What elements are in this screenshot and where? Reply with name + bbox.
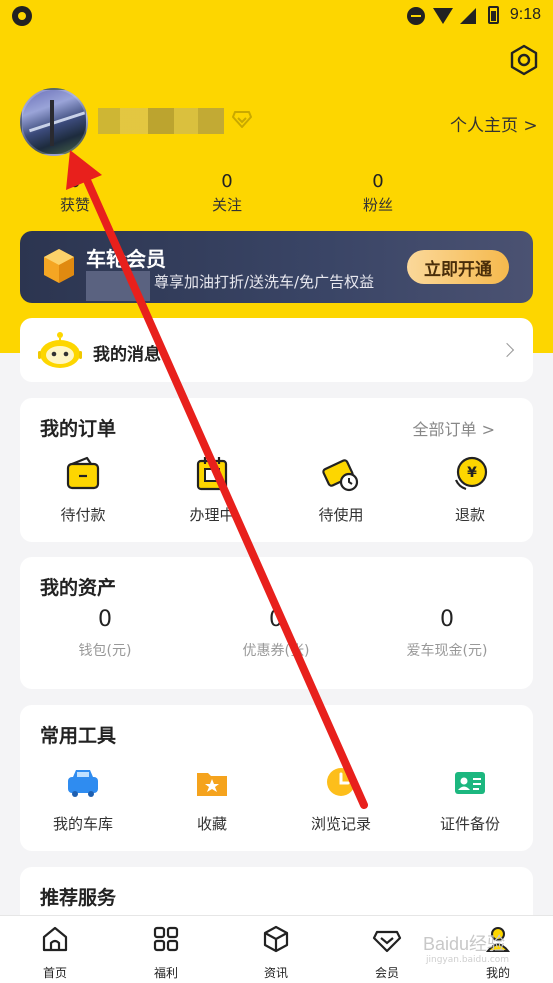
stat-following-value: 0: [221, 171, 233, 192]
vip-membership-card[interactable]: 车轮会员 尊享加油打折/送洗车/免广告权益 立即开通: [20, 231, 533, 303]
car-icon: [68, 770, 98, 797]
asset-car-cash[interactable]: 0 爱车现金(元): [377, 607, 517, 660]
stat-followers-label: 粉丝: [362, 196, 393, 214]
ticket-icon: [322, 459, 359, 492]
order-refund[interactable]: ¥ 退款: [415, 454, 525, 525]
tool-my-garage[interactable]: 我的车库: [28, 763, 138, 834]
id-card-icon: [455, 772, 485, 794]
tab-news-label: 资讯: [263, 966, 288, 980]
stat-likes[interactable]: 0 获赞: [45, 172, 105, 215]
baidu-watermark: Baidu经验: [423, 934, 506, 954]
grid-icon: [153, 926, 179, 952]
common-tools-title: 常用工具: [40, 725, 117, 747]
chevron-right-icon: [499, 342, 515, 358]
username-redacted: [98, 108, 224, 134]
tool-my-garage-label: 我的车库: [52, 815, 113, 833]
asset-wallet-label: 钱包(元): [78, 643, 132, 659]
tool-browse-history-label: 浏览记录: [310, 815, 371, 833]
clock-icon: [327, 768, 355, 796]
vip-title: 车轮会员: [86, 247, 166, 271]
tab-home-label: 首页: [42, 966, 67, 980]
asset-coupons[interactable]: 0 优惠券(张): [206, 607, 346, 660]
tab-home[interactable]: 首页: [20, 924, 90, 981]
asset-wallet-value: 0: [98, 607, 112, 632]
my-messages-title: 我的消息: [93, 345, 161, 365]
cube-icon: [263, 925, 289, 953]
svg-text:¥: ¥: [467, 465, 477, 481]
common-tools-card: 常用工具 我的车库 收藏 浏览记录 证件备份: [20, 705, 533, 851]
do-not-disturb-icon: [407, 7, 425, 25]
tab-news[interactable]: 资讯: [241, 924, 311, 981]
asset-car-cash-label: 爱车现金(元): [406, 643, 488, 659]
vip-activate-button[interactable]: 立即开通: [407, 250, 509, 284]
all-orders-link[interactable]: 全部订单 >: [413, 416, 496, 440]
home-icon: [42, 926, 68, 952]
stat-following-label: 关注: [211, 196, 242, 214]
tab-welfare-label: 福利: [153, 966, 178, 980]
status-bar: 9:18: [0, 0, 553, 32]
order-processing-label: 办理中: [189, 506, 235, 524]
stat-likes-label: 获赞: [59, 196, 90, 214]
tab-mine-label: 我的: [485, 966, 510, 980]
tool-favorites-label: 收藏: [196, 815, 227, 833]
my-orders-card: 我的订单 全部订单 > 待付款 办理中 待使用 ¥ 退款: [20, 398, 533, 542]
stat-followers[interactable]: 0 粉丝: [348, 172, 408, 215]
recommended-services-title: 推荐服务: [40, 887, 117, 909]
my-messages-row[interactable]: 我的消息: [20, 318, 533, 382]
my-orders-title: 我的订单: [40, 418, 117, 440]
app-notification-icon: [12, 6, 32, 26]
tab-welfare[interactable]: 福利: [131, 924, 201, 981]
tool-browse-history[interactable]: 浏览记录: [286, 763, 396, 834]
tab-membership-label: 会员: [374, 966, 399, 980]
stat-likes-value: 0: [69, 171, 81, 192]
signal-icon: [460, 8, 476, 24]
stat-following[interactable]: 0 关注: [197, 172, 257, 215]
order-to-use-label: 待使用: [318, 506, 364, 524]
order-refund-label: 退款: [454, 506, 485, 524]
vip-subtitle: 尊享加油打折/送洗车/免广告权益: [154, 273, 375, 291]
order-pending-payment[interactable]: 待付款: [28, 454, 138, 525]
baidu-watermark-url: jingyan.baidu.com: [426, 955, 510, 965]
folder-star-icon: [197, 773, 227, 796]
battery-icon: [488, 6, 499, 24]
wallet-icon: [66, 456, 100, 490]
asset-coupons-label: 优惠券(张): [242, 643, 310, 659]
stat-followers-value: 0: [372, 171, 384, 192]
tool-favorites[interactable]: 收藏: [157, 763, 267, 834]
wifi-icon: [433, 8, 453, 24]
asset-wallet[interactable]: 0 钱包(元): [35, 607, 175, 660]
personal-homepage-link[interactable]: 个人主页 >: [450, 111, 538, 136]
vip-level-icon[interactable]: [232, 110, 252, 128]
order-pending-payment-label: 待付款: [60, 506, 106, 524]
order-to-use[interactable]: 待使用: [286, 454, 396, 525]
tool-document-backup[interactable]: 证件备份: [415, 763, 525, 834]
status-time: 9:18: [509, 6, 541, 23]
robot-mascot-icon: [38, 332, 82, 368]
my-assets-card: 我的资产 0 钱包(元) 0 优惠券(张) 0 爱车现金(元): [20, 557, 533, 689]
calendar-icon: [196, 457, 228, 491]
order-processing[interactable]: 办理中: [157, 454, 267, 525]
vip-info-redacted: [86, 271, 150, 301]
tab-membership[interactable]: 会员: [352, 924, 422, 981]
avatar[interactable]: [20, 88, 88, 156]
vip-cube-logo-icon: [44, 249, 74, 283]
asset-coupons-value: 0: [269, 607, 283, 632]
settings-icon[interactable]: [508, 44, 540, 76]
refund-icon: ¥: [454, 456, 488, 491]
asset-car-cash-value: 0: [440, 607, 454, 632]
my-assets-title: 我的资产: [40, 577, 117, 599]
diamond-icon: [372, 930, 402, 953]
tool-document-backup-label: 证件备份: [439, 815, 500, 833]
